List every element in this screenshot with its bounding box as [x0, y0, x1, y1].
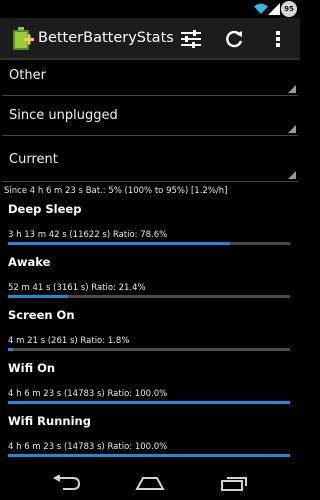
reference-from-value: Since unplugged [9, 108, 118, 123]
ratio-bar-fill [8, 348, 14, 351]
stat-detail: 4 h 6 m 23 s (14783 s) Ratio: 100.0% [8, 389, 168, 399]
dropdown-corner-icon [288, 85, 296, 93]
dropdown-corner-icon [288, 171, 296, 179]
ratio-bar-track [8, 454, 290, 457]
tune-icon [181, 30, 201, 48]
status-bar: 95 [0, 0, 300, 18]
home-icon [135, 477, 165, 490]
wifi-icon [254, 3, 268, 14]
stat-name: Screen On [8, 308, 75, 322]
stat-detail: 4 h 6 m 23 s (14783 s) Ratio: 100.0% [8, 442, 168, 452]
stat-name: Deep Sleep [8, 202, 82, 216]
ratio-bar-track [8, 348, 290, 351]
ratio-bar-fill [8, 401, 290, 404]
stat-type-spinner[interactable]: Other [2, 60, 298, 96]
signal-icon [268, 3, 280, 15]
stat-detail: 52 m 41 s (3161 s) Ratio: 21.4% [8, 283, 146, 293]
stat-type-value: Other [9, 68, 46, 83]
list-item[interactable]: Wifi On 4 h 6 m 23 s (14783 s) Ratio: 10… [0, 361, 300, 417]
stat-name: Wifi Running [8, 414, 91, 428]
filter-settings-button[interactable] [177, 25, 205, 53]
navigation-bar [0, 466, 300, 500]
summary-text: Since 4 h 6 m 23 s Bat.: 5% (100% to 95%… [4, 186, 228, 196]
list-item[interactable]: Deep Sleep 3 h 13 m 42 s (11622 s) Ratio… [0, 202, 300, 258]
ratio-bar-track [8, 295, 290, 298]
stat-detail: 4 m 21 s (261 s) Ratio: 1.8% [8, 336, 130, 346]
battery-level: 95 [284, 5, 294, 13]
ratio-bar-fill [8, 454, 290, 457]
ratio-bar-fill [8, 242, 230, 245]
stat-detail: 3 h 13 m 42 s (11622 s) Ratio: 78.6% [8, 230, 168, 240]
stat-name: Wifi On [8, 361, 56, 375]
back-button[interactable] [48, 472, 84, 494]
ratio-bar-track [8, 401, 290, 404]
reference-to-spinner[interactable]: Current [2, 142, 298, 182]
reference-to-value: Current [9, 152, 58, 167]
ratio-bar-track [8, 242, 290, 245]
list-item[interactable]: Screen On 4 m 21 s (261 s) Ratio: 1.8% [0, 308, 300, 364]
recents-icon [221, 477, 247, 491]
action-bar: BetterBatteryStats [0, 18, 300, 60]
overflow-menu-button[interactable] [264, 25, 292, 53]
app-battery-icon [13, 27, 34, 50]
recents-button[interactable] [216, 472, 252, 494]
battery-icon: 95 [281, 1, 297, 17]
stat-name: Awake [8, 255, 51, 269]
back-icon [53, 475, 81, 490]
dropdown-corner-icon [288, 125, 296, 133]
list-item[interactable]: Wifi Running 4 h 6 m 23 s (14783 s) Rati… [0, 414, 300, 470]
home-button[interactable] [132, 472, 168, 494]
refresh-button[interactable] [220, 25, 248, 53]
overflow-menu-icon [276, 31, 280, 47]
refresh-icon [226, 30, 243, 48]
list-item[interactable]: Awake 52 m 41 s (3161 s) Ratio: 21.4% [0, 255, 300, 311]
app-title: BetterBatteryStats [38, 30, 174, 46]
reference-from-spinner[interactable]: Since unplugged [2, 100, 298, 136]
ratio-bar-fill [8, 295, 69, 298]
